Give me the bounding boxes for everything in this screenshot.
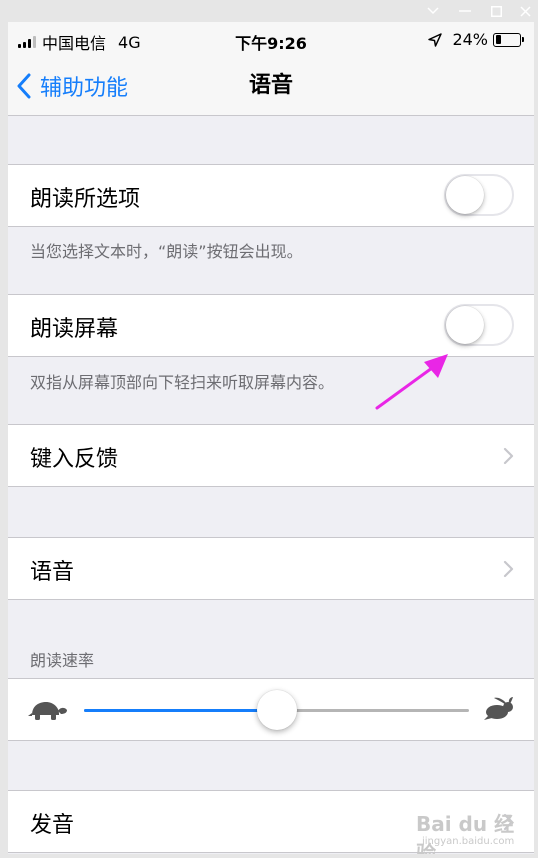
speaking-rate-slider[interactable] bbox=[84, 690, 469, 730]
speak-screen-label: 朗读屏幕 bbox=[30, 317, 119, 342]
collapse-icon[interactable] bbox=[418, 0, 448, 22]
speak-selection-label: 朗读所选项 bbox=[30, 187, 141, 212]
navigation-bar: 辅助功能 语音 bbox=[8, 58, 534, 116]
phone-screen: 中国电信 4G 下午9:26 24% 辅助功能 语音 朗读所选项 当您选择文本时… bbox=[8, 22, 534, 854]
slider-thumb[interactable] bbox=[256, 690, 297, 730]
typing-feedback-label: 键入反馈 bbox=[30, 447, 119, 472]
status-bar: 中国电信 4G 下午9:26 24% bbox=[8, 22, 534, 58]
speak-screen-row[interactable]: 朗读屏幕 bbox=[8, 294, 534, 357]
watermark: Bai du 经验 jingyan.baidu.com bbox=[416, 802, 526, 854]
maximize-icon[interactable] bbox=[481, 0, 511, 22]
location-arrow-icon bbox=[428, 32, 443, 47]
toggle-knob bbox=[446, 176, 484, 214]
speak-screen-footer: 双指从屏幕顶部向下轻扫来听取屏幕内容。 bbox=[30, 373, 335, 392]
typing-feedback-row[interactable]: 键入反馈 bbox=[8, 424, 534, 487]
turtle-icon bbox=[28, 702, 67, 720]
battery-icon bbox=[493, 32, 521, 47]
speak-selection-footer: 当您选择文本时，“朗读”按钮会出现。 bbox=[30, 242, 303, 261]
voices-label: 语音 bbox=[30, 560, 75, 585]
speaking-rate-header: 朗读速率 bbox=[30, 651, 95, 670]
annotation-arrow-icon bbox=[375, 354, 448, 410]
toggle-knob bbox=[446, 306, 484, 344]
window-frame-bottom bbox=[0, 854, 538, 858]
window-titlebar bbox=[0, 0, 538, 22]
page-title: 语音 bbox=[248, 73, 293, 98]
battery-percent: 24% bbox=[452, 30, 488, 49]
chevron-right-icon bbox=[503, 560, 514, 578]
close-icon[interactable] bbox=[510, 0, 538, 22]
watermark-url: jingyan.baidu.com bbox=[422, 836, 515, 847]
minimize-icon[interactable] bbox=[450, 0, 480, 22]
window-frame-right bbox=[534, 22, 538, 858]
speak-selection-row[interactable]: 朗读所选项 bbox=[8, 164, 534, 227]
pronunciations-label: 发音 bbox=[30, 813, 75, 838]
voices-row[interactable]: 语音 bbox=[8, 537, 534, 600]
chevron-right-icon bbox=[503, 447, 514, 465]
speaking-rate-row bbox=[8, 678, 534, 741]
speak-selection-toggle[interactable] bbox=[444, 174, 514, 216]
watermark-main: Bai du 经验 bbox=[416, 812, 515, 854]
window-frame-left bbox=[0, 22, 8, 858]
hare-icon bbox=[484, 697, 513, 720]
speak-screen-toggle[interactable] bbox=[444, 304, 514, 346]
